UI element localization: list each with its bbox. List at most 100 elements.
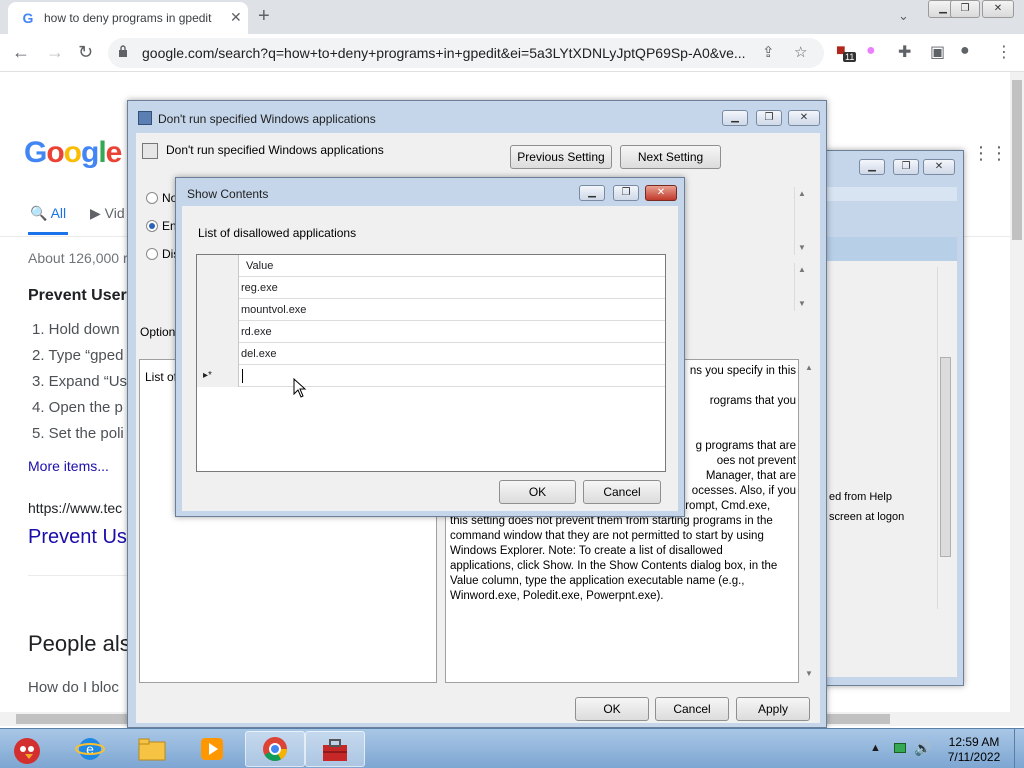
browser-tab[interactable]: G how to deny programs in gpedit ✕ (8, 2, 248, 34)
value-cell[interactable]: reg.exe (240, 277, 278, 299)
reload-icon[interactable]: ↻ (78, 42, 93, 63)
folder-icon (138, 738, 166, 761)
minimize-button[interactable]: ▁ (722, 110, 748, 126)
minimize-button[interactable]: ▁ (579, 185, 605, 201)
options-label: Option (140, 325, 176, 339)
table-row[interactable]: reg.exe (197, 277, 665, 299)
apply-button[interactable]: Apply (736, 697, 810, 721)
row-header[interactable] (197, 321, 239, 343)
mouse-cursor-icon (293, 378, 307, 398)
show-hidden-icons-chevron-icon[interactable]: ▲ (870, 742, 881, 754)
tab-search-chevron-icon[interactable]: ⌄ (898, 8, 909, 24)
row-header[interactable] (197, 299, 239, 321)
taskbar-toolbox[interactable] (305, 731, 365, 767)
new-row[interactable]: ▸* (197, 365, 665, 387)
not-configured-radio[interactable] (146, 192, 158, 204)
list-label: List of disallowed applications (198, 226, 357, 240)
vertical-scrollbar[interactable] (937, 267, 953, 609)
show-desktop-button[interactable] (1014, 729, 1024, 768)
taskbar-ie[interactable]: e (60, 731, 120, 767)
share-icon[interactable]: ⇪ (762, 43, 775, 61)
window-restore-button[interactable]: ❐ (950, 0, 980, 18)
taskbar-chrome[interactable] (245, 731, 305, 767)
scroll-up-icon[interactable]: ▲ (798, 265, 806, 274)
scrollbar-thumb[interactable] (1012, 80, 1022, 240)
address-bar[interactable]: google.com/search?q=how+to+deny+programs… (108, 38, 824, 68)
side-panel-icon[interactable]: ▣ (930, 42, 945, 62)
taskbar-media-player[interactable] (182, 731, 242, 767)
help-scrollbar[interactable]: ▲ ▼ (802, 359, 818, 683)
snippet-title: Prevent Users (28, 287, 136, 304)
network-icon[interactable] (894, 743, 906, 753)
kebab-menu-icon[interactable]: ⋮ (996, 42, 1012, 62)
value-cell[interactable]: mountvol.exe (240, 299, 306, 321)
disabled-radio[interactable] (146, 248, 158, 260)
minimize-button[interactable]: ▁ (859, 159, 885, 175)
question-item[interactable]: How do I bloc (28, 679, 119, 696)
close-button[interactable]: ✕ (923, 159, 955, 175)
forward-arrow-icon[interactable]: → (46, 42, 64, 63)
lock-icon (119, 45, 127, 57)
new-tab-icon[interactable]: + (258, 5, 270, 28)
scroll-up-icon[interactable]: ▲ (798, 189, 806, 198)
supported-scrollbar[interactable]: ▲ ▼ (794, 263, 810, 311)
vertical-scrollbar[interactable] (1010, 72, 1024, 712)
maximize-button[interactable]: ❐ (613, 185, 639, 201)
previous-setting-button[interactable]: Previous Setting (510, 145, 612, 169)
chrome-icon (263, 737, 287, 762)
star-icon[interactable]: ☆ (794, 43, 807, 61)
close-button[interactable]: ✕ (788, 110, 820, 126)
ok-button[interactable]: OK (499, 480, 576, 504)
tab-videos[interactable]: ▶ Vid (90, 205, 125, 222)
close-button[interactable]: ✕ (645, 185, 677, 201)
taskbar-explorer[interactable] (122, 731, 182, 767)
ok-button[interactable]: OK (575, 697, 649, 721)
puzzle-icon[interactable]: ✚ (898, 42, 911, 62)
window-close-button[interactable]: ✕ (982, 0, 1014, 18)
table-row[interactable]: del.exe (197, 343, 665, 365)
scroll-down-icon[interactable]: ▼ (805, 669, 813, 678)
start-angry-birds-icon[interactable] (2, 731, 52, 767)
value-cell[interactable]: del.exe (240, 343, 276, 365)
row-header[interactable] (197, 343, 239, 365)
value-column-header[interactable]: Value (245, 255, 273, 277)
more-items-link[interactable]: More items... (28, 458, 109, 474)
back-arrow-icon[interactable]: ← (12, 42, 30, 63)
extension-flag-icon[interactable]: ● (866, 42, 876, 60)
scroll-down-icon[interactable]: ▼ (798, 299, 806, 308)
angry-birds-icon (14, 738, 40, 764)
tab-close-icon[interactable]: ✕ (230, 9, 242, 26)
snippet-step: 1. Hold down (32, 321, 120, 338)
value-cell[interactable]: rd.exe (240, 321, 272, 343)
profile-icon[interactable]: ● (960, 42, 970, 60)
cancel-button[interactable]: Cancel (583, 480, 661, 504)
maximize-button[interactable]: ❐ (893, 159, 919, 175)
google-apps-icon[interactable]: ⋮⋮ (972, 144, 1008, 162)
enabled-radio[interactable] (146, 220, 158, 232)
table-row[interactable]: mountvol.exe (197, 299, 665, 321)
scroll-up-icon[interactable]: ▲ (805, 363, 813, 372)
system-clock[interactable]: 12:59 AM 7/11/2022 (942, 735, 1006, 765)
window-title: Don't run specified Windows applications (158, 112, 376, 126)
result-title-link[interactable]: Prevent Use (28, 526, 138, 549)
table-row[interactable]: rd.exe (197, 321, 665, 343)
cancel-button[interactable]: Cancel (655, 697, 729, 721)
next-setting-button[interactable]: Next Setting (620, 145, 721, 169)
new-row-marker: ▸* (197, 365, 239, 387)
volume-icon[interactable]: 🔊 (914, 740, 931, 757)
grid-header-row: Value (197, 255, 665, 277)
google-logo[interactable]: Google (24, 136, 122, 170)
scrollbar-thumb[interactable] (940, 357, 951, 557)
row-header[interactable] (197, 277, 239, 299)
group-policy-editor-window: ▁ ❐ ✕ ed from Help screen at logon (818, 150, 964, 686)
result-cite[interactable]: https://www.tec (28, 500, 122, 516)
values-grid[interactable]: Value reg.exe mountvol.exe rd.exe del.ex… (196, 254, 666, 472)
comment-box[interactable]: ▲ ▼ (676, 187, 812, 255)
show-contents-dialog: Show Contents ▁ ❐ ✕ List of disallowed a… (175, 177, 685, 517)
comment-scrollbar[interactable]: ▲ ▼ (794, 187, 810, 255)
scroll-down-icon[interactable]: ▼ (798, 243, 806, 252)
tab-all[interactable]: 🔍 All (30, 205, 66, 222)
text-caret (242, 369, 243, 383)
divider (28, 575, 128, 576)
maximize-button[interactable]: ❐ (756, 110, 782, 126)
